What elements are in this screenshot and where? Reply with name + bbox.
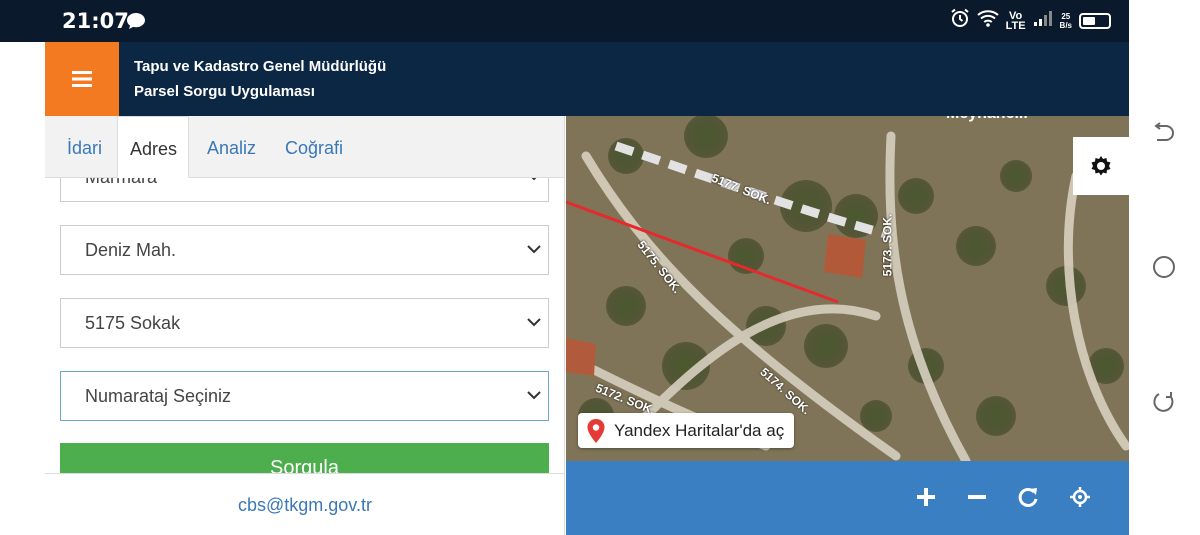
- number-select[interactable]: Numarataj Seçiniz: [60, 371, 549, 421]
- alarm-icon: [950, 8, 970, 33]
- app-header: Tapu ve Kadastro Genel Müdürlüğü Parsel …: [45, 42, 1129, 116]
- street-select-value: 5175 Sokak: [85, 313, 181, 333]
- street-select[interactable]: 5175 Sokak: [60, 298, 549, 348]
- neighborhood-select[interactable]: Deniz Mah.: [60, 225, 549, 275]
- region-select[interactable]: Marmara: [60, 178, 549, 202]
- address-form: Marmara Deniz Mah. 5175 Sokak Numarataj …: [45, 178, 564, 473]
- map-view[interactable]: Meyhane... 5177. SOK. 5173. SOK. 5175. S…: [566, 116, 1129, 461]
- yandex-maps-link[interactable]: Yandex Haritalar'da aç: [578, 413, 795, 448]
- street-label-5173: 5173. SOK.: [880, 213, 895, 277]
- tab-idari[interactable]: İdari: [55, 116, 114, 178]
- locate-icon[interactable]: [1066, 483, 1094, 511]
- chevron-down-icon: [527, 318, 541, 327]
- volte-icon: Vo LTE: [1005, 10, 1026, 32]
- data-rate: 25 B/s: [1060, 12, 1072, 30]
- tab-bar: İdari Adres Analiz Coğrafi: [45, 116, 564, 178]
- yandex-maps-label: Yandex Haritalar'da aç: [614, 420, 785, 440]
- tab-analiz[interactable]: Analiz: [195, 116, 268, 178]
- chat-bubble-icon: [126, 12, 146, 35]
- status-icons: Vo LTE 25 B/s: [950, 8, 1111, 33]
- app-title: Tapu ve Kadastro Genel Müdürlüğü Parsel …: [134, 54, 386, 104]
- tab-cografi[interactable]: Coğrafi: [273, 116, 355, 178]
- zoom-out-icon[interactable]: [963, 483, 991, 511]
- menu-button[interactable]: [45, 42, 119, 116]
- chevron-down-icon: [527, 391, 541, 400]
- back-icon[interactable]: [1151, 121, 1177, 147]
- chevron-down-icon: [531, 178, 537, 181]
- app-title-line1: Tapu ve Kadastro Genel Müdürlüğü: [134, 58, 387, 75]
- home-icon[interactable]: [1151, 254, 1177, 280]
- recents-icon[interactable]: [1151, 389, 1177, 415]
- gear-icon: [1091, 156, 1111, 176]
- neighborhood-select-value: Deniz Mah.: [85, 240, 177, 260]
- status-bar: 21:07 Vo LTE 25 B/s: [0, 0, 1129, 42]
- status-time: 21:07: [62, 9, 129, 33]
- volte-bottom-label: LTE: [1005, 19, 1026, 32]
- signal-icon: [1033, 10, 1053, 31]
- zoom-in-icon[interactable]: [912, 483, 940, 511]
- refresh-icon[interactable]: [1014, 483, 1042, 511]
- app-title-line2: Parsel Sorgu Uygulaması: [134, 83, 315, 100]
- tab-adres[interactable]: Adres: [117, 116, 189, 178]
- region-select-value: Marmara: [85, 178, 157, 187]
- data-rate-unit: B/s: [1059, 20, 1072, 30]
- system-nav-bar: [1129, 0, 1200, 535]
- number-select-value: Numarataj Seçiniz: [85, 386, 232, 406]
- wifi-icon: [976, 9, 999, 32]
- chevron-down-icon: [527, 245, 541, 254]
- footer-email[interactable]: cbs@tkgm.gov.tr: [45, 473, 564, 535]
- hamburger-menu-icon: [72, 71, 92, 87]
- battery-icon: [1079, 12, 1111, 29]
- svg-text:Meyhane...: Meyhane...: [946, 116, 1028, 122]
- query-panel: İdari Adres Analiz Coğrafi Marmara Deniz…: [45, 116, 565, 535]
- map-settings-button[interactable]: [1073, 137, 1129, 195]
- map-pin-icon: [587, 418, 605, 443]
- query-button[interactable]: Sorgula: [60, 443, 549, 473]
- map-toolbar: [566, 461, 1129, 535]
- data-rate-value: 25: [1061, 11, 1071, 21]
